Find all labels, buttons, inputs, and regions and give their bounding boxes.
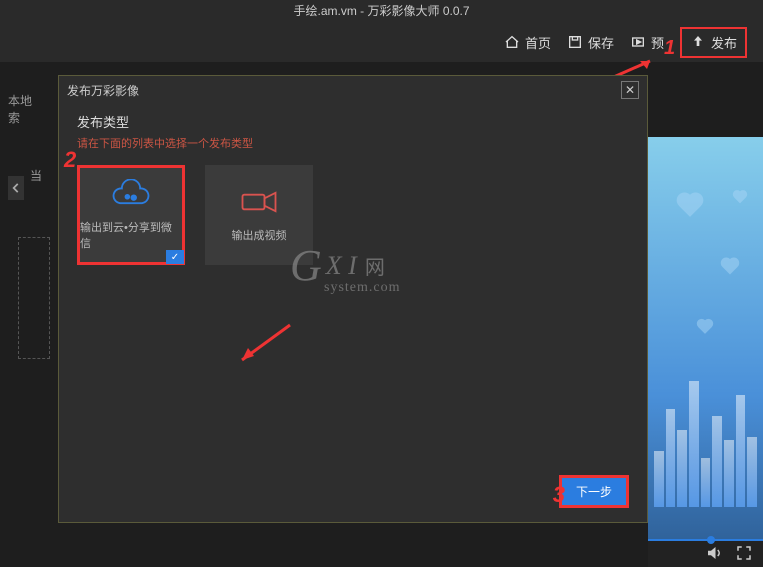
watermark-xi: X I [326, 251, 357, 281]
progress-line[interactable] [648, 539, 763, 541]
home-icon [504, 34, 520, 50]
upload-icon [690, 34, 706, 50]
watermark-g: G [290, 240, 322, 291]
player-bar [648, 539, 763, 567]
option-cloud-label: 输出到云•分享到微信 [80, 219, 182, 251]
callout-number-1: 1 [664, 37, 675, 60]
check-icon: ✓ [166, 250, 184, 264]
modal-header: 发布万彩影像 ✕ [59, 76, 647, 104]
heart-decoration [674, 193, 705, 224]
option-cloud-share[interactable]: 输出到云•分享到微信 ✓ [77, 165, 185, 265]
fullscreen-icon[interactable] [735, 544, 753, 562]
modal-title: 发布万彩影像 [67, 82, 139, 99]
home-label: 首页 [525, 33, 551, 52]
heart-decoration [719, 258, 741, 280]
volume-icon[interactable] [705, 544, 723, 562]
local-search-label: 本地索 [8, 92, 42, 126]
section-title: 发布类型 [77, 112, 629, 131]
publish-button[interactable]: 1 发布 [680, 27, 747, 58]
watermark: G X I 网 system.com [290, 240, 385, 291]
save-label: 保存 [588, 33, 614, 52]
window-titlebar: 手绘.am.vm - 万彩影像大师 0.0.7 [0, 0, 763, 22]
arrow-left-icon [9, 181, 23, 195]
heart-decoration [732, 191, 749, 208]
back-button[interactable] [8, 176, 24, 200]
preview-button[interactable]: 预 [630, 33, 664, 52]
watermark-sub: system.com [324, 280, 401, 296]
next-button[interactable]: 下一步 [559, 475, 629, 508]
callout-number-2: 2 [64, 147, 76, 173]
current-label: 当 [30, 167, 42, 184]
video-icon [237, 187, 281, 217]
callout-number-3: 3 [553, 482, 565, 508]
preview-icon [630, 34, 646, 50]
visualizer-bars [648, 367, 763, 507]
home-button[interactable]: 首页 [504, 33, 551, 52]
save-icon [567, 34, 583, 50]
preview-panel [648, 137, 763, 567]
annotation-arrow-2 [230, 320, 300, 370]
publish-label: 发布 [711, 33, 737, 52]
watermark-cn: 网 [365, 251, 385, 280]
close-icon: ✕ [625, 83, 635, 97]
save-button[interactable]: 保存 [567, 33, 614, 52]
cloud-icon [109, 179, 153, 209]
section-hint: 请在下面的列表中选择一个发布类型 [77, 135, 629, 151]
close-button[interactable]: ✕ [621, 81, 639, 99]
preview-label: 预 [651, 33, 664, 52]
heart-decoration [695, 319, 714, 338]
option-video-label: 输出成视频 [232, 227, 287, 243]
dropzone[interactable] [18, 237, 50, 359]
publish-modal: 发布万彩影像 ✕ 发布类型 请在下面的列表中选择一个发布类型 输出到云•分享到微… [58, 75, 648, 523]
